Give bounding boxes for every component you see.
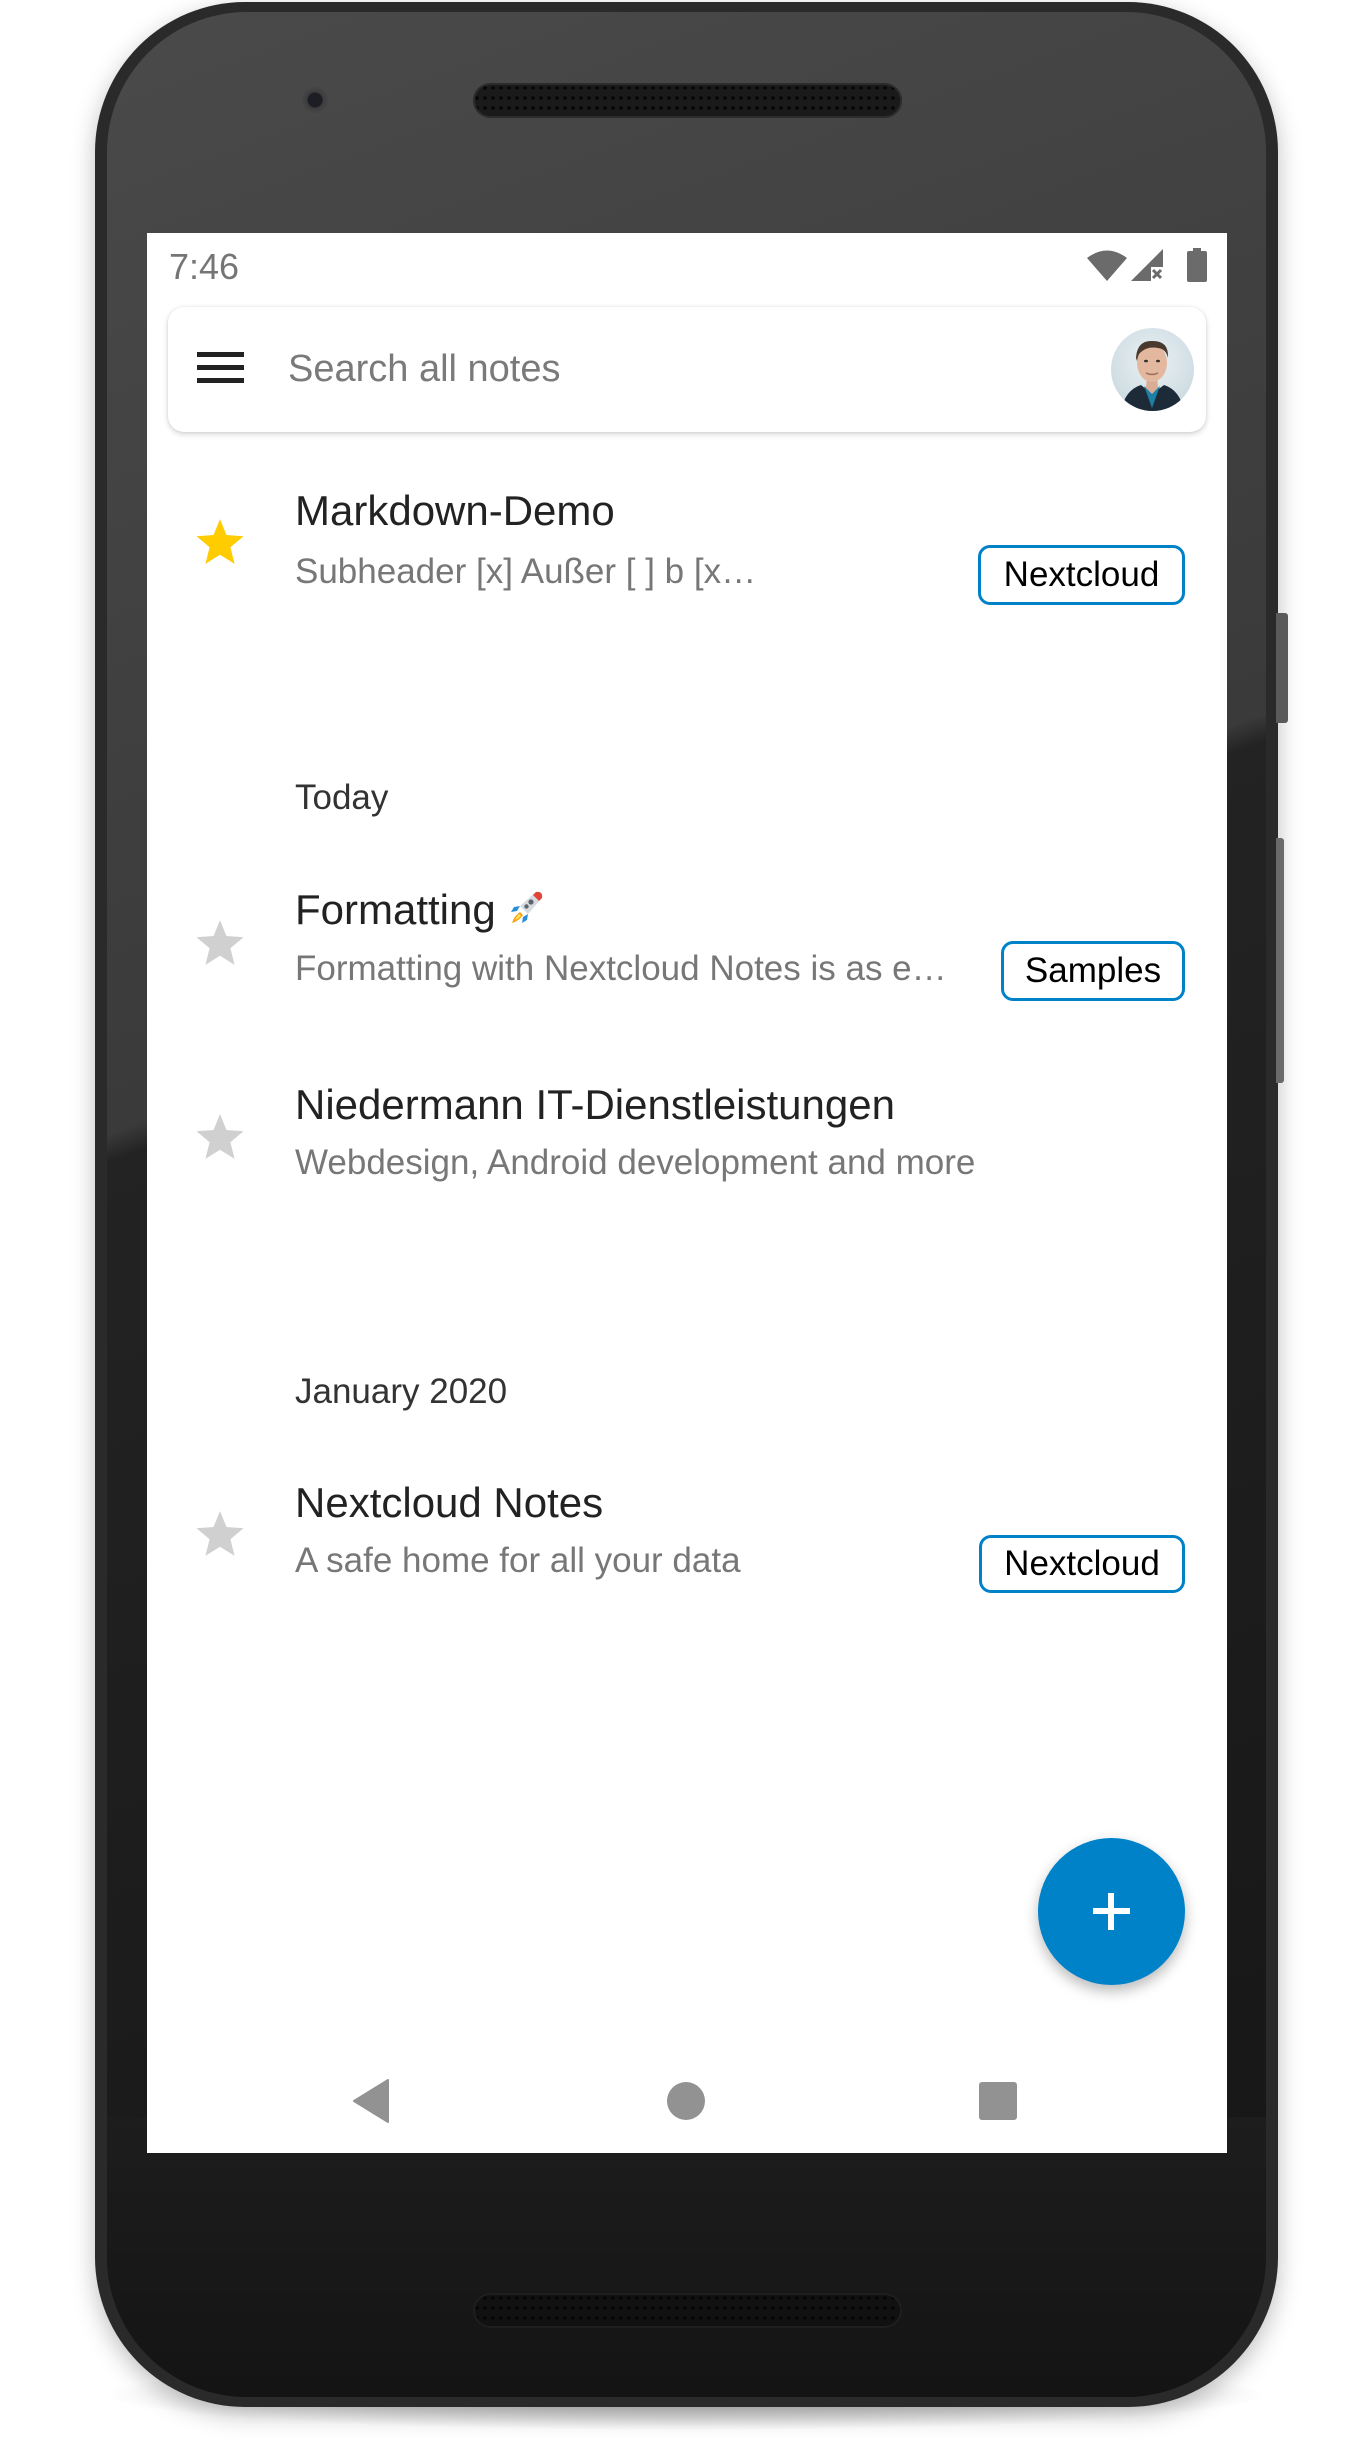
power-button [1276,613,1288,723]
search-bar [168,307,1206,432]
note-list-item[interactable]: Niedermann IT-Dienstleistungen Webdesign… [147,1071,1227,1201]
nav-home-button[interactable] [651,2066,721,2136]
note-excerpt: Subheader [x] Außer [ ] b [x] c [x] d ..… [295,552,765,591]
battery-icon [1187,248,1207,282]
note-title-text: Formatting [295,886,496,933]
note-excerpt: Formatting with Nextcloud Notes is as e… [295,949,947,988]
note-title: Markdown-Demo [295,487,615,534]
note-title: Niedermann IT-Dienstleistungen [295,1081,895,1128]
recents-square-icon [979,2082,1017,2120]
category-tag[interactable]: Samples [1001,941,1185,1001]
nav-recents-button[interactable] [963,2066,1033,2136]
front-camera [300,85,330,115]
note-list-item[interactable]: Markdown-Demo Subheader [x] Außer [ ] b … [147,476,1227,606]
avatar-portrait [1121,340,1184,411]
earpiece-speaker [473,83,902,118]
system-nav-bar [147,2048,1227,2153]
app-screen: 7:46 Search all notes Markdown-Demo Subh… [147,233,1227,2153]
star-outline-icon[interactable] [194,1508,246,1558]
star-outline-icon[interactable] [194,917,246,967]
note-excerpt: Webdesign, Android development and more [295,1143,976,1182]
new-note-fab[interactable] [1038,1838,1185,1985]
bottom-speaker [473,2293,902,2328]
user-avatar[interactable] [1111,328,1194,411]
hamburger-menu-icon[interactable] [197,352,244,388]
note-list-item[interactable]: Nextcloud Notes A safe home for all your… [147,1469,1227,1599]
wifi-icon [1087,250,1127,281]
status-icons [1087,247,1207,283]
star-outline-icon[interactable] [194,1111,246,1161]
status-time: 7:46 [169,246,240,287]
nav-back-button[interactable] [336,2066,406,2136]
note-list-item[interactable]: Formatting Formatting with Nextcloud Not… [147,873,1227,1003]
star-filled-icon[interactable] [194,516,246,566]
back-triangle-icon [353,2079,389,2123]
note-title: Formatting [295,885,546,939]
note-title: Nextcloud Notes [295,1479,604,1526]
rocket-emoji-icon [506,888,546,939]
section-header: Today [295,778,389,817]
search-input[interactable] [288,337,1048,401]
home-circle-icon [667,2082,705,2120]
cellular-no-signal-icon [1131,249,1165,281]
category-tag[interactable]: Nextcloud [979,1535,1185,1593]
section-header: January 2020 [295,1372,508,1411]
volume-button [1276,838,1284,1083]
note-excerpt: A safe home for all your data [295,1541,741,1580]
category-tag[interactable]: Nextcloud [978,545,1185,605]
